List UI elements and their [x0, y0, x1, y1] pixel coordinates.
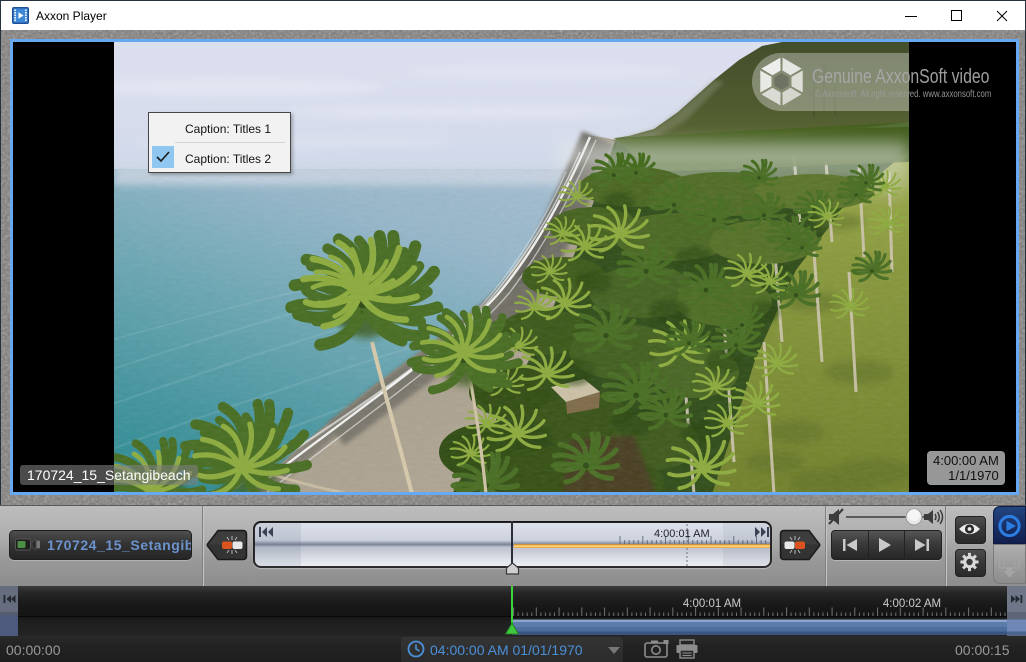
svg-text:4:00:02 AM: 4:00:02 AM [883, 598, 941, 610]
svg-text:4:00:01 AM: 4:00:01 AM [683, 598, 741, 610]
